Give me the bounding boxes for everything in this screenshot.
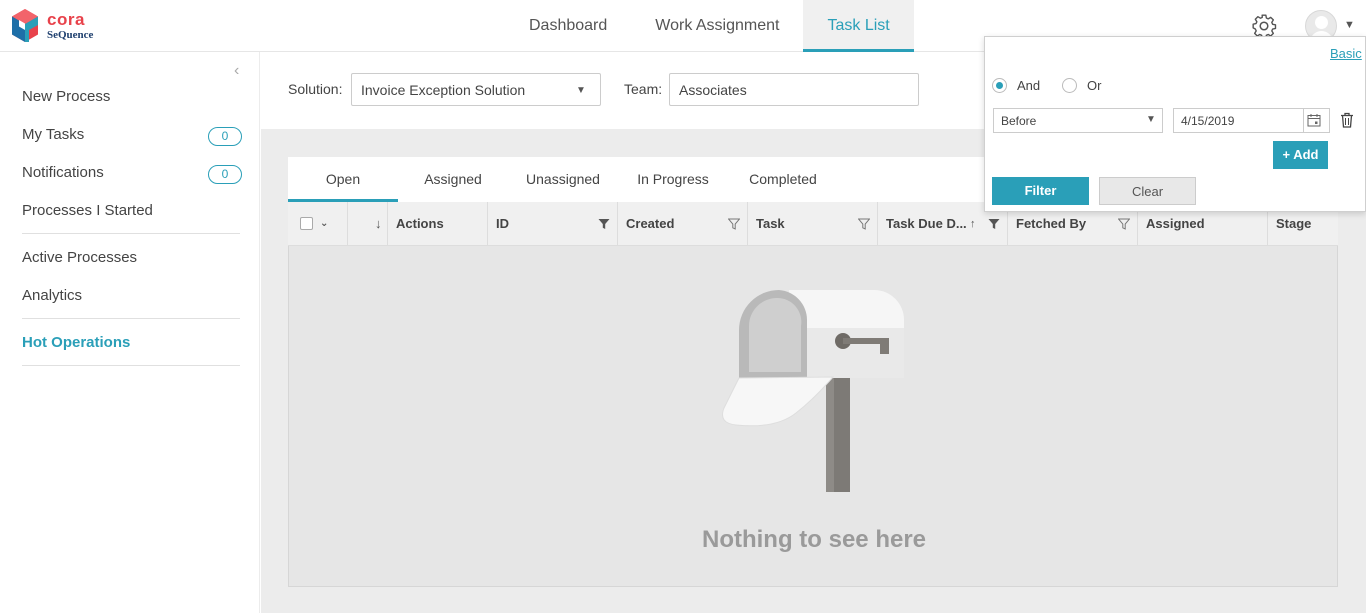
chevron-down-icon[interactable]: ⌄ <box>320 202 328 246</box>
date-value: 4/15/2019 <box>1181 114 1235 128</box>
notifications-count-badge: 0 <box>208 165 242 184</box>
or-radio-label: Or <box>1087 78 1102 93</box>
filter-icon[interactable] <box>988 218 1000 230</box>
sidebar-item-notifications[interactable]: Notifications <box>22 164 104 181</box>
date-input-divider <box>1303 109 1304 132</box>
team-field[interactable]: Associates <box>669 73 919 106</box>
sidebar-item-hot-operations[interactable]: Hot Operations <box>22 334 130 351</box>
cora-hexagon-icon <box>12 9 38 42</box>
column-assigned-label: Assigned <box>1146 216 1205 231</box>
solution-label: Solution: <box>288 81 343 97</box>
filter-icon[interactable] <box>858 218 870 230</box>
my-tasks-count-badge: 0 <box>208 127 242 146</box>
column-task[interactable]: Task <box>748 202 878 246</box>
chevron-down-icon: ▼ <box>1146 114 1156 125</box>
sidebar-item-processes-i-started[interactable]: Processes I Started <box>22 202 153 219</box>
nav-tab-dashboard[interactable]: Dashboard <box>505 0 631 52</box>
nav-tab-work-assignment[interactable]: Work Assignment <box>631 0 803 52</box>
sidebar-divider <box>22 318 240 319</box>
filter-icon[interactable] <box>1118 218 1130 230</box>
tab-unassigned[interactable]: Unassigned <box>513 157 613 202</box>
basic-filter-link[interactable]: Basic <box>1330 46 1362 61</box>
user-menu-caret-icon[interactable]: ▼ <box>1344 19 1355 31</box>
grid-empty-state: Nothing to see here <box>288 246 1338 587</box>
logo-wordmark: cora <box>47 10 85 29</box>
operator-value: Before <box>1001 114 1037 128</box>
solution-value: Invoice Exception Solution <box>361 82 526 98</box>
advanced-filter-popover: Basic And Or Before ▼ 4/15/2019 + Add Fi… <box>984 36 1366 212</box>
add-condition-button[interactable]: + Add <box>1273 141 1328 169</box>
column-id[interactable]: ID <box>488 202 618 246</box>
logo-subwordmark: SeQuence <box>47 29 94 41</box>
chevron-down-icon: ▼ <box>576 85 586 96</box>
nav-tab-task-list[interactable]: Task List <box>803 0 914 52</box>
select-all-column: ⌄ <box>288 202 348 246</box>
sidebar-item-analytics[interactable]: Analytics <box>22 287 82 304</box>
sidebar-item-active-processes[interactable]: Active Processes <box>22 249 137 266</box>
select-all-checkbox[interactable] <box>300 217 313 230</box>
and-radio[interactable] <box>992 78 1007 93</box>
sidebar-divider <box>22 233 240 234</box>
filter-button[interactable]: Filter <box>992 177 1089 205</box>
cora-logo[interactable]: cora SeQuence <box>10 8 110 46</box>
column-id-label: ID <box>496 216 509 231</box>
column-stage-label: Stage <box>1276 216 1312 231</box>
tab-in-progress[interactable]: In Progress <box>628 157 718 202</box>
column-actions[interactable]: Actions <box>388 202 488 246</box>
column-task-due-date-label: Task Due D... <box>886 216 967 231</box>
empty-state-message: Nothing to see here <box>701 526 927 553</box>
clear-button[interactable]: Clear <box>1099 177 1196 205</box>
sidebar-item-my-tasks[interactable]: My Tasks <box>22 126 84 143</box>
tab-completed[interactable]: Completed <box>738 157 828 202</box>
sidebar-divider <box>22 365 240 366</box>
main-nav: Dashboard Work Assignment Task List <box>505 0 914 52</box>
sort-up-arrow-icon[interactable]: ↑ <box>970 202 976 246</box>
trash-icon[interactable] <box>1340 112 1354 128</box>
filter-icon[interactable] <box>598 218 610 230</box>
solution-dropdown[interactable]: Invoice Exception Solution ▼ <box>351 73 601 106</box>
calendar-icon[interactable] <box>1307 113 1321 127</box>
column-fetched-by-label: Fetched By <box>1016 216 1087 231</box>
sort-column: ↓ <box>348 202 388 246</box>
sidebar-item-new-process[interactable]: New Process <box>22 88 110 105</box>
filter-icon[interactable] <box>728 218 740 230</box>
sort-down-arrow-icon[interactable]: ↓ <box>375 202 382 246</box>
empty-mailbox-illustration <box>722 290 904 492</box>
collapse-sidebar-icon[interactable]: ‹ <box>234 62 239 80</box>
sidebar: ‹ New Process My Tasks 0 Notifications 0… <box>0 52 260 613</box>
column-actions-label: Actions <box>396 216 444 231</box>
team-value: Associates <box>679 82 747 98</box>
column-created-label: Created <box>626 216 675 231</box>
tab-assigned[interactable]: Assigned <box>408 157 498 202</box>
or-radio[interactable] <box>1062 78 1077 93</box>
tab-open[interactable]: Open <box>288 157 398 202</box>
operator-dropdown[interactable]: Before ▼ <box>993 108 1163 133</box>
column-task-label: Task <box>756 216 785 231</box>
and-radio-label: And <box>1017 78 1041 93</box>
column-created[interactable]: Created <box>618 202 748 246</box>
team-label: Team: <box>624 81 663 97</box>
